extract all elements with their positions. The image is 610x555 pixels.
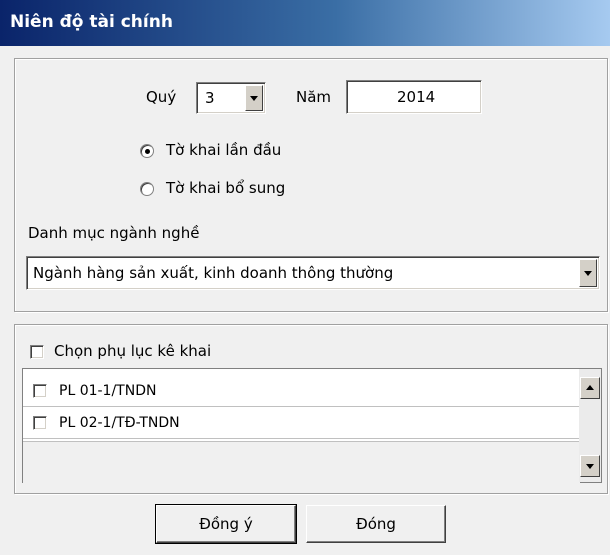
list-empty-area bbox=[23, 441, 580, 483]
industry-select[interactable]: Ngành hàng sản xuất, kinh doanh thông th… bbox=[26, 256, 600, 290]
appendix-item-label: PL 01-1/TNDN bbox=[59, 383, 157, 399]
select-appendix-label: Chọn phụ lục kê khai bbox=[54, 342, 212, 360]
scroll-down-button[interactable] bbox=[580, 455, 600, 477]
select-appendix-checkbox[interactable] bbox=[30, 345, 44, 359]
quarter-dropdown-button[interactable] bbox=[245, 85, 263, 111]
close-button[interactable]: Đóng bbox=[306, 505, 446, 543]
industry-value: Ngành hàng sản xuất, kinh doanh thông th… bbox=[33, 264, 394, 282]
first-declaration-label: Tờ khai lần đầu bbox=[166, 141, 282, 159]
supplementary-declaration-label: Tờ khai bổ sung bbox=[166, 179, 286, 197]
chevron-down-icon bbox=[584, 271, 592, 276]
radio-selected-dot bbox=[145, 149, 150, 154]
ok-button[interactable]: Đồng ý bbox=[155, 504, 297, 544]
appendix-item-checkbox[interactable] bbox=[33, 384, 47, 398]
appendix-item-label: PL 02-1/TĐ-TNDN bbox=[59, 415, 180, 431]
chevron-up-icon bbox=[586, 385, 594, 390]
year-label: Năm bbox=[296, 88, 332, 106]
radio-first-declaration[interactable] bbox=[140, 144, 154, 158]
list-scrollbar[interactable] bbox=[579, 369, 601, 482]
window-title: Niên độ tài chính bbox=[10, 12, 173, 32]
appendix-item-checkbox[interactable] bbox=[33, 416, 47, 430]
title-bar: Niên độ tài chính bbox=[0, 0, 610, 46]
quarter-value: 3 bbox=[205, 89, 215, 107]
year-input[interactable]: 2014 bbox=[346, 80, 482, 114]
appendix-list: PL 01-1/TNDN PL 02-1/TĐ-TNDN bbox=[22, 368, 602, 483]
list-item[interactable]: PL 02-1/TĐ-TNDN bbox=[23, 409, 580, 439]
list-item[interactable]: PL 01-1/TNDN bbox=[23, 377, 580, 407]
chevron-down-icon bbox=[586, 464, 594, 469]
quarter-label: Quý bbox=[146, 88, 177, 106]
year-value: 2014 bbox=[397, 88, 436, 106]
industry-dropdown-button[interactable] bbox=[579, 259, 597, 287]
quarter-select[interactable]: 3 bbox=[196, 82, 266, 114]
industry-label: Danh mục ngành nghề bbox=[28, 224, 200, 242]
scroll-up-button[interactable] bbox=[580, 377, 600, 399]
radio-supplementary-declaration[interactable] bbox=[140, 182, 154, 196]
chevron-down-icon bbox=[250, 96, 258, 101]
